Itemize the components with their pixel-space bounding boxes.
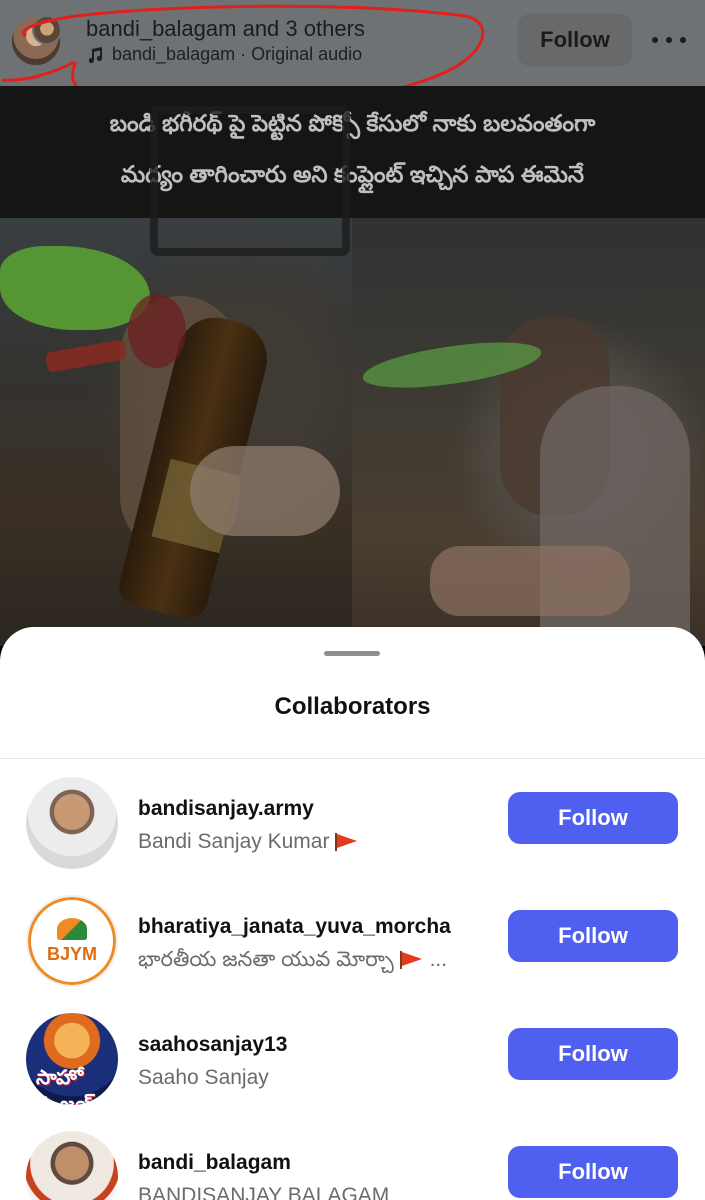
collab-avatar-stack[interactable] — [10, 15, 62, 67]
avatar[interactable]: BJYM — [26, 895, 118, 987]
reel-video[interactable]: బండి భగీరథ్ పై పెట్టిన పోక్సో కేసులో నాక… — [0, 86, 705, 646]
flag-icon — [398, 951, 424, 970]
title-username[interactable]: bandi_balagam — [86, 16, 236, 41]
collaborator-row[interactable]: సాహో సంజయ్ saahosanjay13 Saaho Sanjay Fo… — [0, 1003, 705, 1121]
logo-text: BJYM — [46, 943, 97, 964]
sheet-title: Collaborators — [274, 693, 431, 720]
blurred-person — [430, 546, 630, 616]
follow-button[interactable]: Follow — [508, 1028, 678, 1080]
follow-button[interactable]: Follow — [508, 910, 678, 962]
audio-info[interactable]: bandi_balagam · Original audio — [86, 44, 362, 65]
collaborators-sheet: Collaborators bandisanjay.army Bandi San… — [0, 627, 705, 1200]
collab-title[interactable]: bandi_balagam and 3 others — [86, 16, 365, 42]
collaborator-username[interactable]: bandi_balagam — [138, 1151, 291, 1175]
car-window — [150, 106, 350, 256]
audio-separator: · — [235, 44, 252, 64]
reel-header: bandi_balagam and 3 others bandi_balagam… — [0, 0, 705, 115]
follow-button[interactable]: Follow — [508, 792, 678, 844]
more-horizontal-icon[interactable] — [652, 28, 686, 52]
audio-username: bandi_balagam — [112, 44, 236, 64]
music-note-icon — [86, 46, 104, 64]
sheet-grabber[interactable] — [324, 651, 380, 656]
collaborator-username[interactable]: saahosanjay13 — [138, 1033, 287, 1057]
collaborator-full-name: భారతీయ జనతా యువ మోర్చా ... — [138, 948, 448, 971]
red-redaction-mark — [128, 294, 186, 368]
avatar[interactable] — [26, 1131, 118, 1200]
collaborator-username[interactable]: bandisanjay.army — [138, 797, 314, 821]
title-others[interactable]: and 3 others — [236, 16, 365, 41]
runner-icon — [57, 917, 87, 940]
collaborator-full-name: Bandi Sanjay Kumar — [138, 830, 359, 854]
audio-label: Original audio — [251, 44, 363, 64]
reel-caption: బండి భగీరథ్ పై పెట్టిన పోక్సో కేసులో నాక… — [0, 86, 705, 218]
collaborator-row[interactable]: BJYM bharatiya_janata_yuva_morcha భారతీయ… — [0, 885, 705, 1003]
avatar[interactable] — [26, 777, 118, 869]
collaborator-row[interactable]: bandisanjay.army Bandi Sanjay Kumar Foll… — [0, 767, 705, 885]
avatar-text: సాహో సంజయ్ — [36, 1067, 101, 1105]
bjym-logo: BJYM — [28, 897, 116, 985]
collaborator-full-name: BANDISANJAY BALAGAM — [138, 1184, 390, 1200]
header-follow-button[interactable]: Follow — [518, 14, 632, 66]
hand — [190, 446, 340, 536]
collaborator-username[interactable]: bharatiya_janata_yuva_morcha — [138, 915, 451, 939]
collaborator-row[interactable]: bandi_balagam BANDISANJAY BALAGAM Follow — [0, 1121, 705, 1200]
avatar[interactable]: సాహో సంజయ్ — [26, 1013, 118, 1105]
divider — [0, 758, 705, 759]
avatar — [32, 15, 62, 45]
follow-button[interactable]: Follow — [508, 1146, 678, 1198]
collaborator-full-name: Saaho Sanjay — [138, 1066, 269, 1089]
flag-icon — [333, 833, 359, 852]
